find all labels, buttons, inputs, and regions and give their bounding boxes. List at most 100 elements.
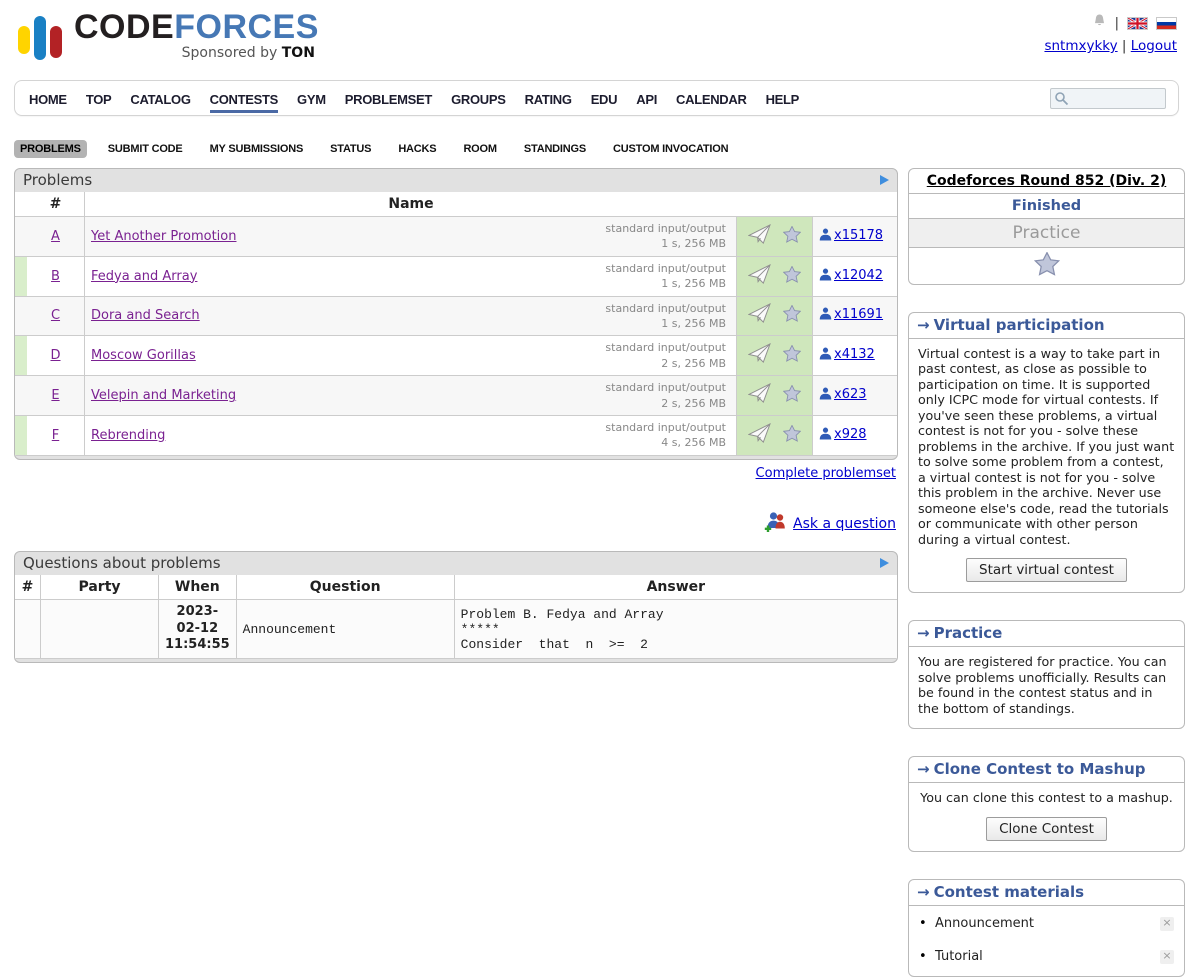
problem-io: standard input/output4 s, 256 MB [605,420,730,451]
nav-help[interactable]: HELP [766,83,799,113]
expand-arrow-icon[interactable] [880,175,889,185]
subnav-submit-code[interactable]: SUBMIT CODE [102,140,189,158]
virtual-title-link[interactable]: Virtual participation [934,316,1105,334]
complete-problemset-link[interactable]: Complete problemset [756,466,896,481]
subnav-custom-invocation[interactable]: CUSTOM INVOCATION [607,140,734,158]
nav-rating[interactable]: RATING [525,83,572,113]
nav-calendar[interactable]: CALENDAR [676,83,747,113]
practice-caption: →Practice [909,621,1184,647]
solved-count-link[interactable]: x4132 [834,347,875,362]
codeforces-logo[interactable]: CODEFORCES Sponsored by TON [18,10,319,76]
logo-code: CODE [74,8,174,46]
flag-en-icon[interactable] [1127,17,1148,30]
material-item-tutorial: Tutorial × [935,949,1174,964]
nav-top[interactable]: TOP [86,83,112,113]
col-q-party: Party [41,575,159,600]
close-icon[interactable]: × [1160,917,1174,931]
virtual-button-row: Start virtual contest [909,554,1184,592]
nav-edu[interactable]: EDU [591,83,618,113]
problem-letter-link[interactable]: E [51,388,59,403]
nav-home[interactable]: HOME [29,83,67,113]
accepted-stripe [15,336,27,376]
subnav-problems[interactable]: PROBLEMS [14,140,87,158]
subnav-my-submissions[interactable]: MY SUBMISSIONS [204,140,310,158]
problem-title-link[interactable]: Velepin and Marketing [91,388,236,403]
submit-plane-icon[interactable] [748,303,771,328]
problem-row-b: B Fedya and Array standard input/output1… [15,257,897,297]
search-container [1050,88,1166,109]
logout-link[interactable]: Logout [1131,38,1177,54]
problem-title-link[interactable]: Yet Another Promotion [91,229,236,244]
contest-subnav: PROBLEMS SUBMIT CODE MY SUBMISSIONS STAT… [14,140,1179,158]
problem-row-d: D Moscow Gorillas standard input/output2… [15,336,897,376]
submit-plane-icon[interactable] [748,383,771,408]
favorite-star-icon[interactable] [783,385,801,406]
nav-catalog[interactable]: CATALOG [130,83,190,113]
problem-row-e: E Velepin and Marketing standard input/o… [15,376,897,416]
bell-icon[interactable] [1092,13,1107,33]
tutorial-link[interactable]: Tutorial [935,949,983,964]
col-q-answer: Answer [455,575,897,600]
problem-title-link[interactable]: Fedya and Array [91,269,197,284]
submit-plane-icon[interactable] [748,264,771,289]
solved-count-link[interactable]: x12042 [834,268,883,283]
ask-question-link[interactable]: Ask a question [793,516,896,532]
practice-text: You are registered for practice. You can… [909,647,1184,728]
contest-title-link[interactable]: Codeforces Round 852 (Div. 2) [927,173,1166,189]
col-q-when: When [159,575,237,600]
favorite-star-icon[interactable] [783,266,801,287]
question-when: 2023-02-12 11:54:55 [159,600,237,660]
favorite-star-icon[interactable] [783,345,801,366]
favorite-star-icon[interactable] [783,425,801,446]
problem-letter-link[interactable]: C [51,308,60,323]
nav-gym[interactable]: GYM [297,83,326,113]
solved-count-link[interactable]: x928 [834,427,867,442]
problems-caption-bar: Problems [15,169,897,192]
flag-ru-icon[interactable] [1156,17,1177,30]
username-link[interactable]: sntmxykky [1044,38,1117,54]
nav-problemset[interactable]: PROBLEMSET [345,83,432,113]
subnav-hacks[interactable]: HACKS [392,140,442,158]
col-num: # [27,192,85,217]
materials-list: Announcement × Tutorial × [909,916,1184,964]
submit-plane-icon[interactable] [748,423,771,448]
clone-title-link[interactable]: Clone Contest to Mashup [934,760,1146,778]
materials-title-link[interactable]: Contest materials [934,883,1084,901]
subnav-status[interactable]: STATUS [324,140,377,158]
problem-letter-link[interactable]: F [52,428,59,443]
practice-title-link[interactable]: Practice [934,624,1003,642]
problem-letter-link[interactable]: D [50,348,60,363]
problem-letter-link[interactable]: A [51,229,60,244]
clone-contest-button[interactable]: Clone Contest [986,817,1107,841]
submit-plane-icon[interactable] [748,224,771,249]
problem-letter-link[interactable]: B [51,269,60,284]
expand-arrow-icon[interactable] [880,558,889,568]
submit-plane-icon[interactable] [748,343,771,368]
problem-title-link[interactable]: Rebrending [91,428,165,443]
problems-box: Problems # Name A Yet Another Promotion [14,168,898,460]
problems-caption: Problems [23,171,92,189]
subnav-room[interactable]: ROOM [457,140,502,158]
solved-count-link[interactable]: x623 [834,387,867,402]
favorite-star-icon[interactable] [783,305,801,326]
solved-count-link[interactable]: x15178 [834,228,883,243]
favorite-star-icon[interactable] [1034,265,1060,280]
col-solved [813,192,897,217]
nav-contests[interactable]: CONTESTS [210,83,278,113]
problem-title-link[interactable]: Moscow Gorillas [91,348,196,363]
solved-person-icon [819,230,832,245]
start-virtual-contest-button[interactable]: Start virtual contest [966,558,1127,582]
nav-groups[interactable]: GROUPS [451,83,506,113]
problem-title-link[interactable]: Dora and Search [91,308,200,323]
page-header: CODEFORCES Sponsored by TON | [0,0,1193,76]
favorite-star-icon[interactable] [783,226,801,247]
announcement-link[interactable]: Announcement [935,916,1034,931]
user-separator: | [1122,38,1127,54]
subnav-standings[interactable]: STANDINGS [518,140,592,158]
solved-person-icon [819,389,832,404]
problem-io: standard input/output1 s, 256 MB [605,301,730,332]
nav-api[interactable]: API [636,83,657,113]
clone-text: You can clone this contest to a mashup. [909,783,1184,812]
solved-count-link[interactable]: x11691 [834,307,883,322]
problem-io: standard input/output1 s, 256 MB [605,221,730,252]
